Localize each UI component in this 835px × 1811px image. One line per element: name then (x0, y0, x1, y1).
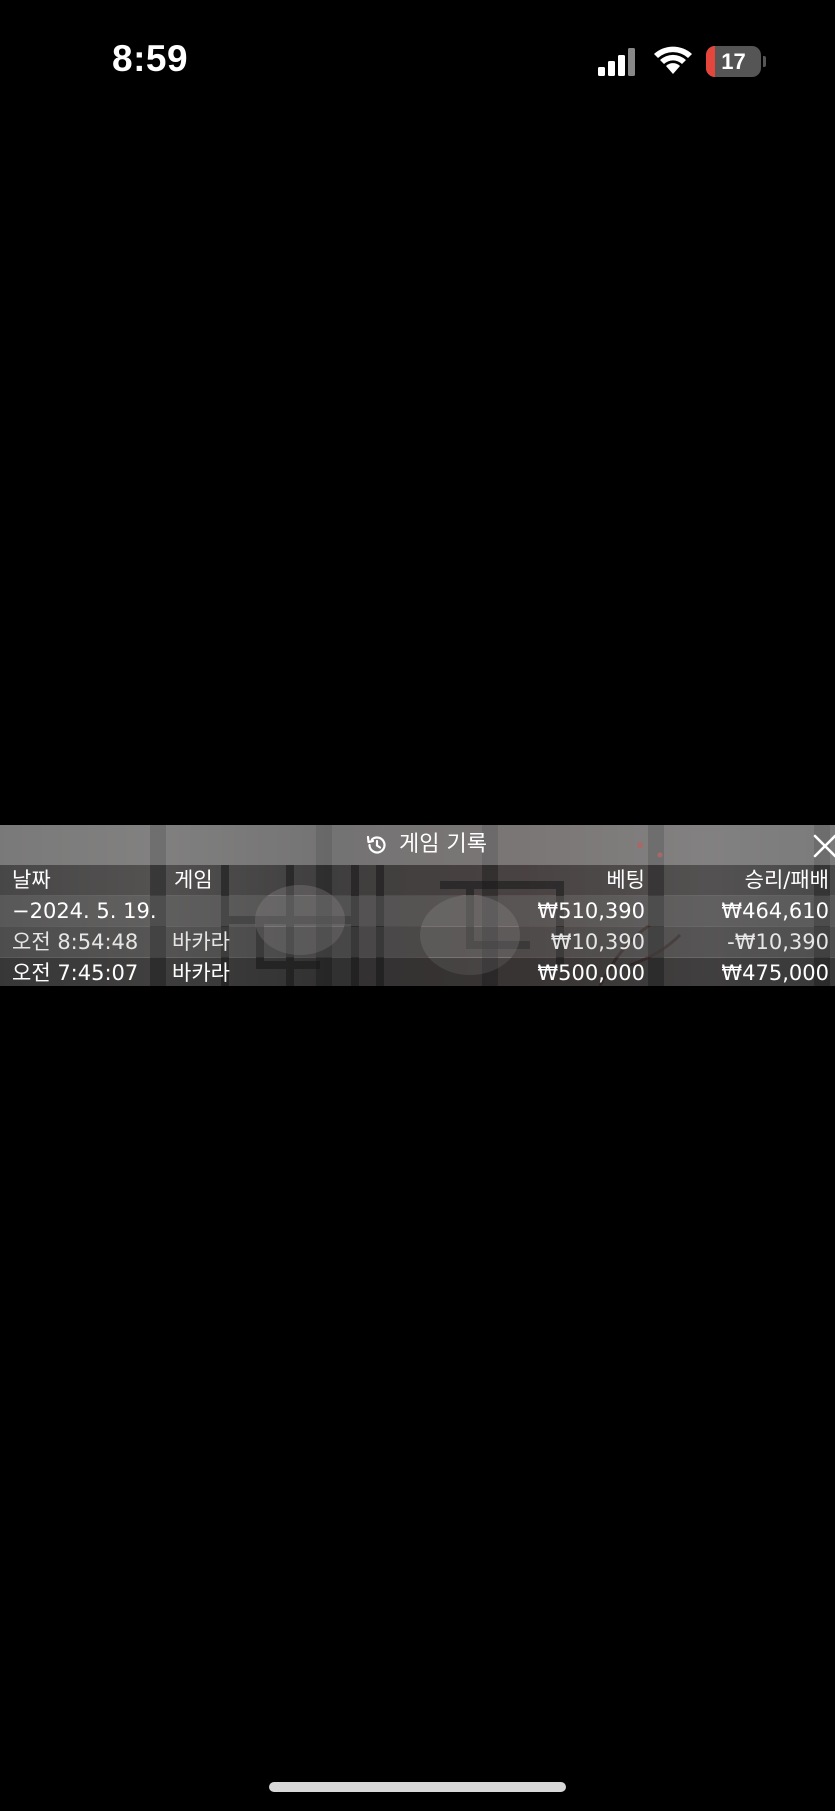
row-bet: ₩10,390 (550, 930, 645, 954)
table-header: 날짜 게임 베팅 승리/패배 (0, 865, 835, 895)
battery-percentage: 17 (721, 49, 746, 74)
close-icon[interactable] (812, 833, 835, 859)
home-indicator[interactable] (269, 1782, 566, 1792)
column-header-game: 게임 (174, 868, 213, 892)
date-group-win-loss-total: ₩464,610 (721, 899, 829, 923)
row-game: 바카라 (172, 930, 230, 954)
column-header-win-loss: 승리/패배 (744, 868, 829, 892)
cellular-signal-icon (598, 48, 635, 76)
date-group-row[interactable]: −2024. 5. 19. ₩510,390 ₩464,610 (0, 896, 835, 926)
column-header-date: 날짜 (12, 868, 51, 892)
row-win-loss: -₩10,390 (727, 930, 829, 954)
row-time: 오전 8:54:48 (12, 930, 139, 954)
status-bar: 8:59 17 (0, 0, 835, 120)
row-game: 바카라 (172, 961, 230, 985)
row-win-loss: ₩475,000 (721, 961, 829, 985)
date-group-date: −2024. 5. 19. (12, 899, 157, 923)
battery-icon: 17 (706, 46, 766, 77)
panel-title: 게임 기록 (399, 832, 487, 857)
panel-header: 게임 기록 (0, 825, 835, 865)
wifi-icon (654, 46, 692, 74)
history-icon (366, 835, 386, 854)
column-header-bet: 베팅 (606, 868, 645, 892)
battery-tip (763, 56, 766, 67)
game-history-panel: 게임 기록 날짜 게임 베팅 승리/패배 −2024. 5. 19. ₩510,… (0, 825, 835, 986)
battery-body: 17 (706, 46, 761, 77)
status-time: 8:59 (112, 38, 189, 79)
row-time: 오전 7:45:07 (12, 961, 139, 985)
table-row[interactable]: 오전 8:54:48 바카라 ₩10,390 -₩10,390 (0, 927, 835, 957)
date-group-bet-total: ₩510,390 (537, 899, 645, 923)
row-bet: ₩500,000 (537, 961, 645, 985)
table-row[interactable]: 오전 7:45:07 바카라 ₩500,000 ₩475,000 (0, 958, 835, 986)
